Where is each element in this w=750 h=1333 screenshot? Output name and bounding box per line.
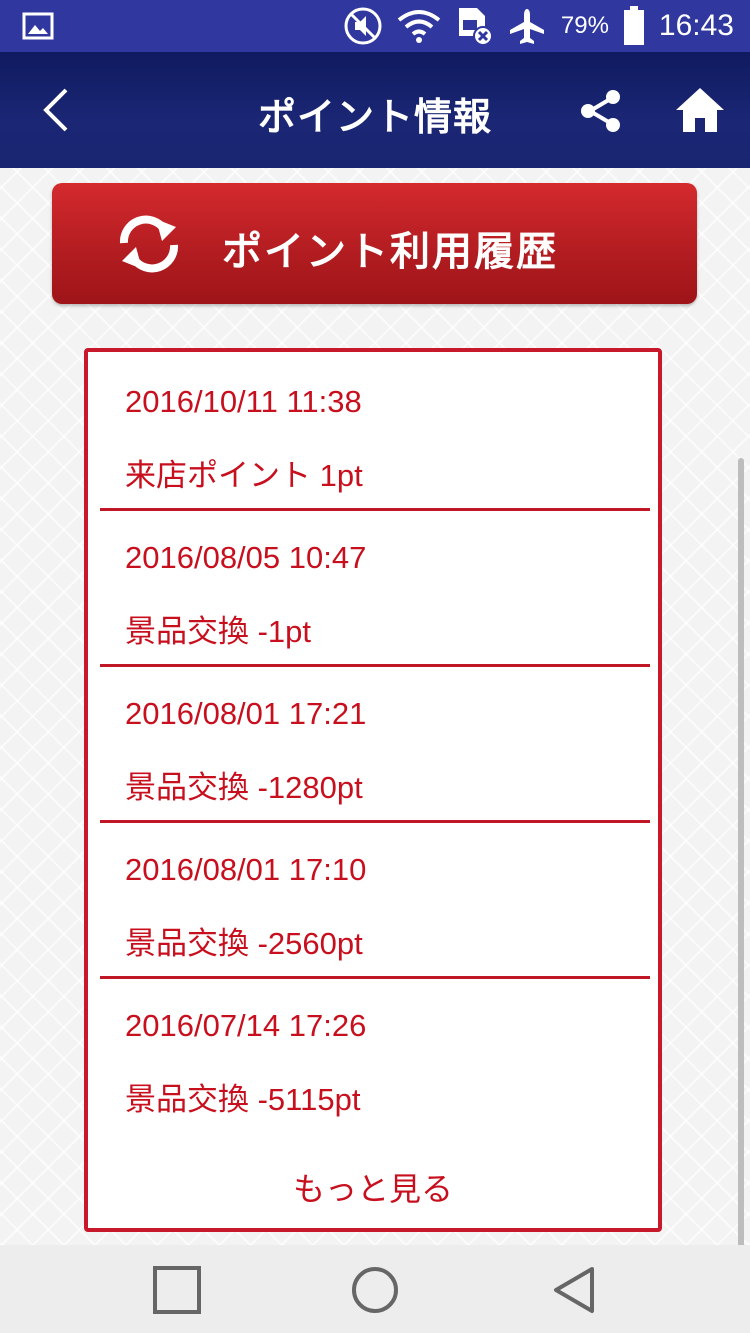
entry-description: 景品交換 -2560pt [125, 926, 363, 961]
history-entry: 2016/08/01 17:10 景品交換 -2560pt [100, 820, 650, 976]
refresh-icon [119, 215, 179, 273]
content-area: ポイント利用履歴 2016/10/11 11:38 来店ポイント 1pt 201… [0, 168, 750, 1296]
entry-date: 2016/10/11 11:38 [125, 384, 362, 419]
history-entry: 2016/07/14 17:26 景品交換 -5115pt [100, 976, 650, 1132]
recent-apps-icon[interactable] [152, 1265, 202, 1315]
entry-description: 来店ポイント 1pt [125, 458, 363, 493]
entry-date: 2016/07/14 17:26 [125, 1008, 367, 1043]
entry-date: 2016/08/01 17:10 [125, 852, 367, 887]
scrollbar[interactable] [738, 458, 744, 1296]
entry-description: 景品交換 -1pt [125, 614, 312, 649]
status-clock: 16:43 [658, 9, 734, 42]
history-entry: 2016/08/01 17:21 景品交換 -1280pt [100, 664, 650, 820]
navigation-bar [0, 1245, 750, 1333]
entry-date: 2016/08/05 10:47 [125, 540, 367, 575]
history-list: 2016/10/11 11:38 来店ポイント 1pt 2016/08/05 1… [84, 348, 662, 1232]
app-bar: ポイント情報 [0, 52, 750, 168]
battery-icon [623, 6, 644, 45]
home-circle-icon[interactable] [350, 1265, 400, 1315]
see-more-link[interactable]: もっと見る [88, 1164, 658, 1210]
entry-date: 2016/08/01 17:21 [125, 696, 367, 731]
home-icon[interactable] [674, 86, 726, 134]
history-entry: 2016/10/11 11:38 来店ポイント 1pt [100, 352, 650, 508]
point-history-label: ポイント利用履歴 [222, 229, 558, 275]
status-bar: 79% 16:43 [0, 0, 750, 52]
wifi-icon [397, 10, 441, 43]
back-triangle-icon[interactable] [550, 1265, 600, 1315]
battery-percent: 79% [560, 12, 609, 39]
share-icon[interactable] [578, 88, 624, 134]
airplane-mode-icon [509, 9, 544, 44]
sim-error-icon [458, 8, 493, 46]
history-entry: 2016/08/05 10:47 景品交換 -1pt [100, 508, 650, 664]
mute-icon [344, 7, 382, 45]
entry-description: 景品交換 -1280pt [125, 770, 363, 805]
point-history-header[interactable]: ポイント利用履歴 [52, 183, 697, 304]
image-notification-icon [22, 12, 54, 40]
entry-description: 景品交換 -5115pt [125, 1082, 361, 1117]
page-title: ポイント情報 [257, 95, 492, 139]
